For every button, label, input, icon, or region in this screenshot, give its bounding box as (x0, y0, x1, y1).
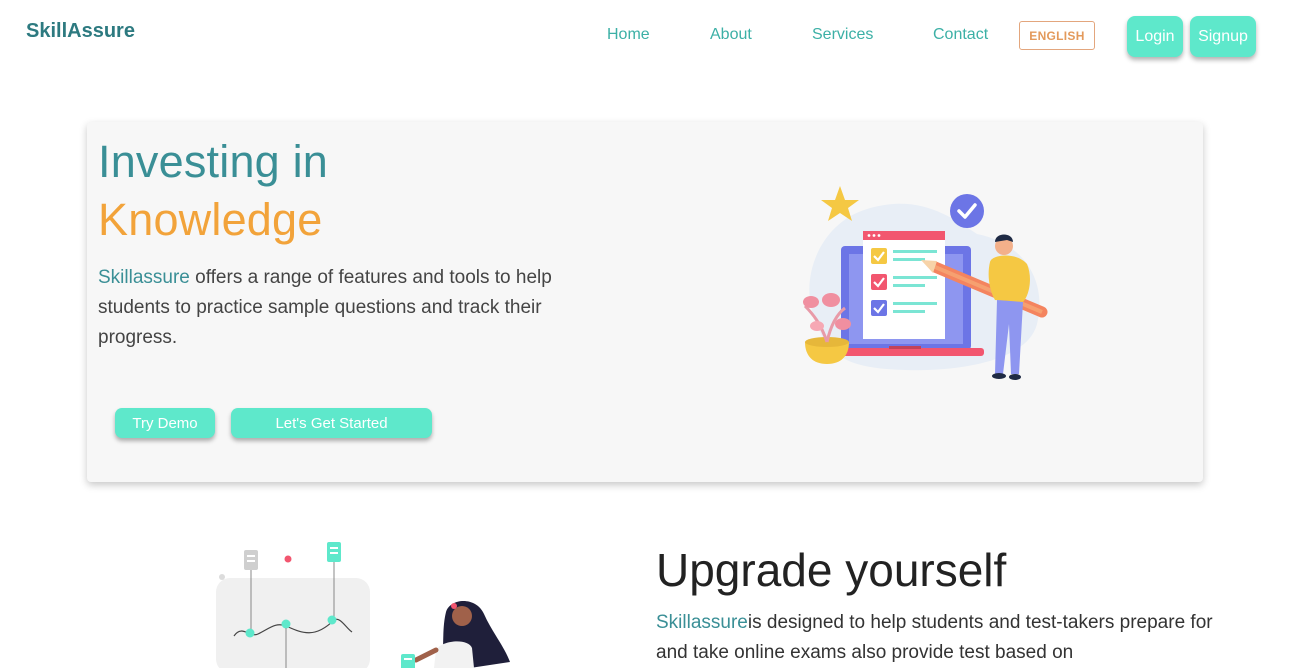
language-button[interactable]: ENGLISH (1019, 21, 1095, 50)
check-circle-icon (950, 194, 984, 228)
nav-services[interactable]: Services (812, 26, 873, 44)
nav-about[interactable]: About (710, 26, 752, 44)
brand-logo[interactable]: SkillAssure (26, 20, 135, 43)
upgrade-brand-highlight: Skillassure (656, 612, 748, 633)
hero-title-line1: Investing in (98, 136, 329, 187)
woman-icon (413, 601, 510, 668)
upgrade-illustration (216, 542, 510, 668)
hero-description: Skillassure offers a range of features a… (98, 263, 588, 353)
hero-title-line2: Knowledge (98, 194, 323, 245)
chart-card (216, 578, 370, 668)
login-button[interactable]: Login (1127, 16, 1183, 57)
hero-illustration (803, 186, 1048, 380)
nav-home[interactable]: Home (607, 26, 650, 44)
trend-point (327, 615, 337, 625)
nav-contact[interactable]: Contact (933, 26, 988, 44)
upgrade-title: Upgrade yourself (656, 544, 1007, 596)
trend-point (281, 619, 291, 629)
signup-button[interactable]: Signup (1190, 16, 1256, 57)
laptop-icon (829, 231, 984, 356)
try-demo-button[interactable]: Try Demo (115, 408, 215, 438)
upgrade-description: Skillassureis designed to help students … (656, 608, 1216, 668)
pink-dot (284, 555, 292, 563)
get-started-button[interactable]: Let's Get Started (231, 408, 432, 438)
gray-dot (219, 574, 225, 580)
trend-point (245, 628, 255, 638)
document-small-icon (401, 654, 415, 668)
hero-brand-highlight: Skillassure (98, 267, 190, 288)
hero-card: Investing in Knowledge Skillassure offer… (87, 122, 1203, 482)
